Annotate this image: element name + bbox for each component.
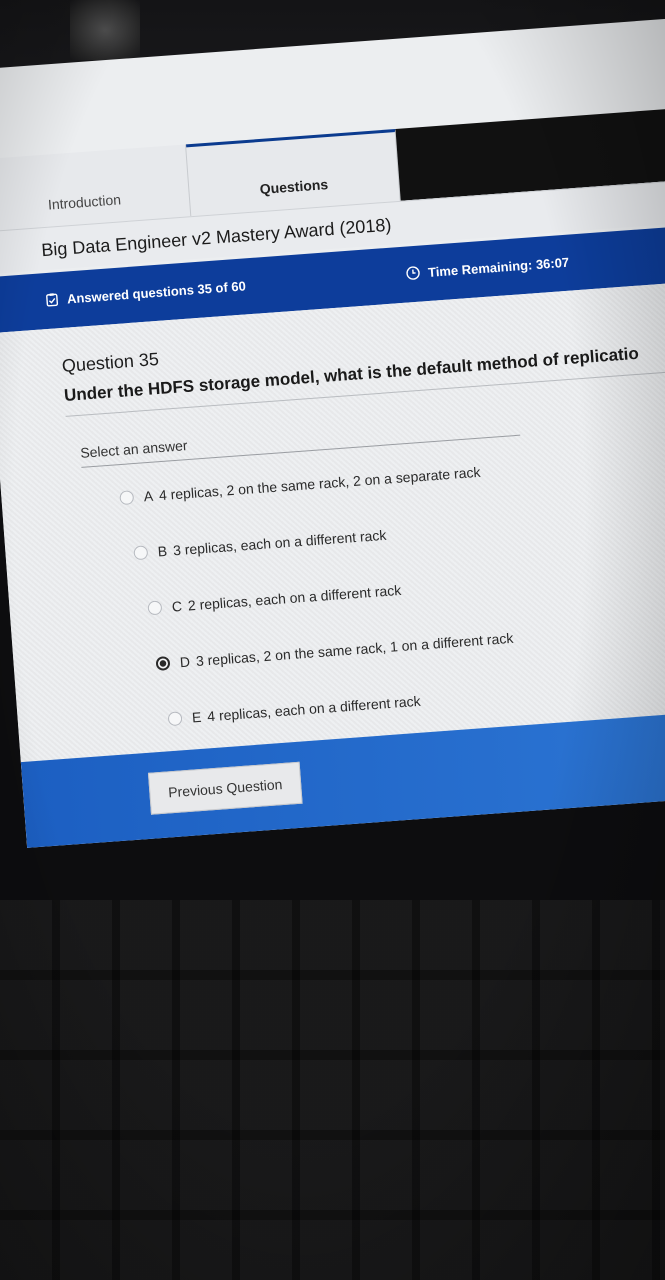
option-text: 4 replicas, 2 on the same rack, 2 on a s…	[158, 463, 481, 504]
option-text: 3 replicas, 2 on the same rack, 1 on a d…	[195, 629, 514, 670]
radio-button[interactable]	[147, 600, 163, 616]
answered-text: Answered questions 35 of 60	[66, 278, 247, 307]
previous-question-button[interactable]: Previous Question	[147, 761, 303, 815]
option-text: 3 replicas, each on a different rack	[172, 526, 387, 559]
radio-button[interactable]	[167, 711, 183, 727]
select-answer-label: Select an answer	[79, 437, 189, 461]
option-letter: E	[191, 708, 202, 726]
answer-option-a[interactable]: A 4 replicas, 2 on the same rack, 2 on a…	[119, 464, 481, 506]
blurry-object	[70, 0, 140, 60]
exam-screen: Introduction Questions Big Data Engineer…	[0, 14, 665, 848]
option-letter: C	[171, 597, 183, 615]
answered-count: Answered questions 35 of 60	[45, 278, 247, 310]
option-text: 2 replicas, each on a different rack	[187, 581, 402, 614]
answer-option-c[interactable]: C 2 replicas, each on a different rack	[147, 581, 402, 617]
radio-button-selected[interactable]	[155, 655, 171, 671]
tab-questions-label: Questions	[259, 176, 329, 198]
time-remaining: Time Remaining: 36:07	[406, 255, 570, 284]
answer-option-b[interactable]: B 3 replicas, each on a different rack	[133, 527, 387, 561]
clipboard-check-icon	[45, 292, 60, 310]
answer-option-d[interactable]: D 3 replicas, 2 on the same rack, 1 on a…	[155, 629, 514, 672]
option-letter: A	[143, 487, 154, 505]
radio-button[interactable]	[119, 490, 135, 506]
option-text: 4 replicas, each on a different rack	[206, 692, 422, 725]
tab-introduction-label: Introduction	[47, 191, 122, 213]
option-letter: D	[179, 653, 191, 671]
question-panel: Question 35 Under the HDFS storage model…	[0, 277, 665, 848]
radio-button[interactable]	[133, 545, 149, 561]
time-remaining-text: Time Remaining: 36:07	[427, 254, 570, 280]
option-letter: B	[157, 542, 168, 560]
answer-option-e[interactable]: E 4 replicas, each on a different rack	[167, 693, 421, 727]
navigation-bar: Previous Question	[20, 706, 665, 848]
clock-icon	[406, 266, 421, 284]
laptop-keyboard	[0, 900, 665, 1280]
question-number: Question 35	[61, 348, 160, 377]
